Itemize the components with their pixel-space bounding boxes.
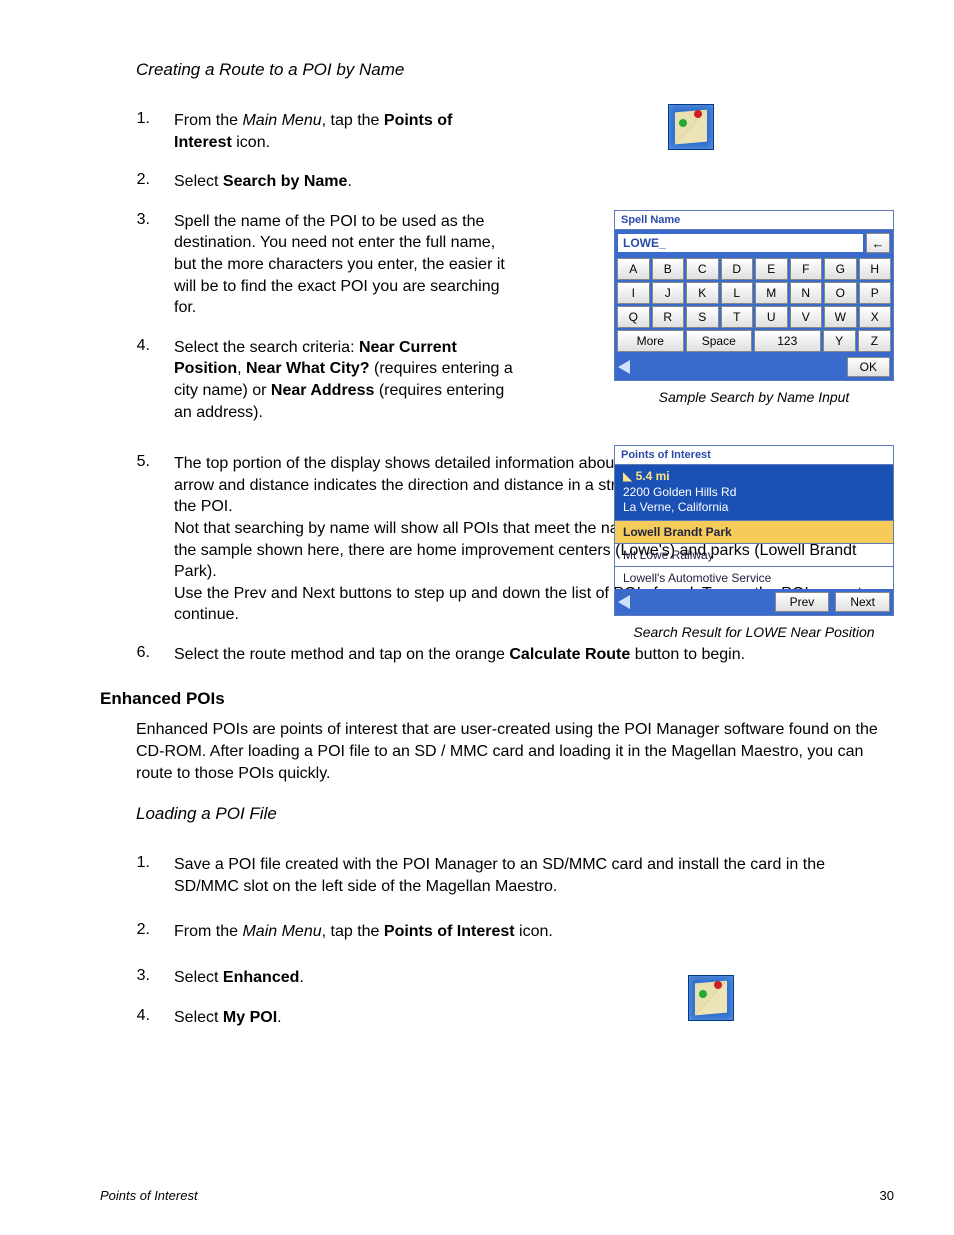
ok-button[interactable]: OK xyxy=(847,357,890,377)
step-number: 2. xyxy=(100,171,150,189)
next-button[interactable]: Next xyxy=(835,592,890,612)
key-j[interactable]: J xyxy=(652,282,685,304)
results-caption: Search Result for LOWE Near Position xyxy=(614,624,894,640)
step-number: 1. xyxy=(100,854,150,872)
key-w[interactable]: W xyxy=(824,306,857,328)
key-n[interactable]: N xyxy=(790,282,823,304)
key-more[interactable]: More xyxy=(617,330,684,352)
back-icon[interactable] xyxy=(618,360,630,374)
result-distance: 5.4 mi xyxy=(636,469,670,483)
enhanced-pois-heading: Enhanced POIs xyxy=(100,689,894,709)
key-t[interactable]: T xyxy=(721,306,754,328)
backspace-button[interactable]: ← xyxy=(866,233,890,253)
key-d[interactable]: D xyxy=(721,258,754,280)
step-number: 3. xyxy=(100,967,150,985)
step-text: From the Main Menu, tap the Points of In… xyxy=(174,110,514,153)
result-item-2[interactable]: Mt Lowe Railway xyxy=(615,543,893,566)
key-123[interactable]: 123 xyxy=(754,330,821,352)
result-detail: ◣ 5.4 mi 2200 Golden Hills Rd La Verne, … xyxy=(615,465,893,520)
back-icon[interactable] xyxy=(618,595,630,609)
footer-section: Points of Interest xyxy=(100,1188,198,1203)
key-x[interactable]: X xyxy=(859,306,892,328)
result-item-1[interactable]: Lowell Brandt Park xyxy=(615,520,893,543)
step-number: 3. xyxy=(100,211,150,229)
key-p[interactable]: P xyxy=(859,282,892,304)
keyboard-title: Spell Name xyxy=(615,211,893,230)
step-text: Select My POI. xyxy=(174,1007,894,1029)
result-item-3[interactable]: Lowell's Automotive Service xyxy=(615,566,893,589)
step-text: From the Main Menu, tap the Points of In… xyxy=(174,921,574,943)
key-m[interactable]: M xyxy=(755,282,788,304)
step-number: 6. xyxy=(100,644,150,662)
key-space[interactable]: Space xyxy=(686,330,753,352)
key-b[interactable]: B xyxy=(652,258,685,280)
key-f[interactable]: F xyxy=(790,258,823,280)
key-g[interactable]: G xyxy=(824,258,857,280)
steps-list-2: 1. Save a POI file created with the POI … xyxy=(100,854,894,1028)
key-v[interactable]: V xyxy=(790,306,823,328)
key-u[interactable]: U xyxy=(755,306,788,328)
key-k[interactable]: K xyxy=(686,282,719,304)
step-number: 4. xyxy=(100,1007,150,1025)
step-text: Select the search criteria: Near Current… xyxy=(174,337,514,423)
step-text: Select the route method and tap on the o… xyxy=(174,644,894,666)
results-title: Points of Interest xyxy=(615,446,893,465)
keyboard-caption: Sample Search by Name Input xyxy=(614,389,894,405)
step-number: 5. xyxy=(100,453,150,471)
key-i[interactable]: I xyxy=(617,282,650,304)
key-s[interactable]: S xyxy=(686,306,719,328)
step-text: Spell the name of the POI to be used as … xyxy=(174,211,514,319)
step-number: 1. xyxy=(100,110,150,128)
keyboard-input[interactable]: LOWE_ xyxy=(618,234,863,252)
key-o[interactable]: O xyxy=(824,282,857,304)
poi-icon xyxy=(688,975,734,1021)
key-q[interactable]: Q xyxy=(617,306,650,328)
key-a[interactable]: A xyxy=(617,258,650,280)
step-text: Select Enhanced. xyxy=(174,967,894,989)
section-title-1: Creating a Route to a POI by Name xyxy=(136,60,894,80)
step-text: Save a POI file created with the POI Man… xyxy=(174,854,894,897)
key-y[interactable]: Y xyxy=(823,330,856,352)
page-number: 30 xyxy=(880,1188,894,1203)
result-address-line2: La Verne, California xyxy=(623,500,728,514)
key-h[interactable]: H xyxy=(859,258,892,280)
key-e[interactable]: E xyxy=(755,258,788,280)
enhanced-pois-body: Enhanced POIs are points of interest tha… xyxy=(136,719,894,784)
key-r[interactable]: R xyxy=(652,306,685,328)
section-title-2: Loading a POI File xyxy=(136,804,894,824)
step-text: Select Search by Name. xyxy=(174,171,514,193)
step-number: 2. xyxy=(100,921,150,939)
key-c[interactable]: C xyxy=(686,258,719,280)
prev-button[interactable]: Prev xyxy=(775,592,830,612)
results-sample: Points of Interest ◣ 5.4 mi 2200 Golden … xyxy=(614,445,894,616)
result-address-line1: 2200 Golden Hills Rd xyxy=(623,485,736,499)
poi-icon xyxy=(668,104,714,150)
keyboard-sample: Spell Name LOWE_ ← A B C D E F G H I J K… xyxy=(614,210,894,381)
step-number: 4. xyxy=(100,337,150,355)
key-l[interactable]: L xyxy=(721,282,754,304)
key-z[interactable]: Z xyxy=(858,330,891,352)
